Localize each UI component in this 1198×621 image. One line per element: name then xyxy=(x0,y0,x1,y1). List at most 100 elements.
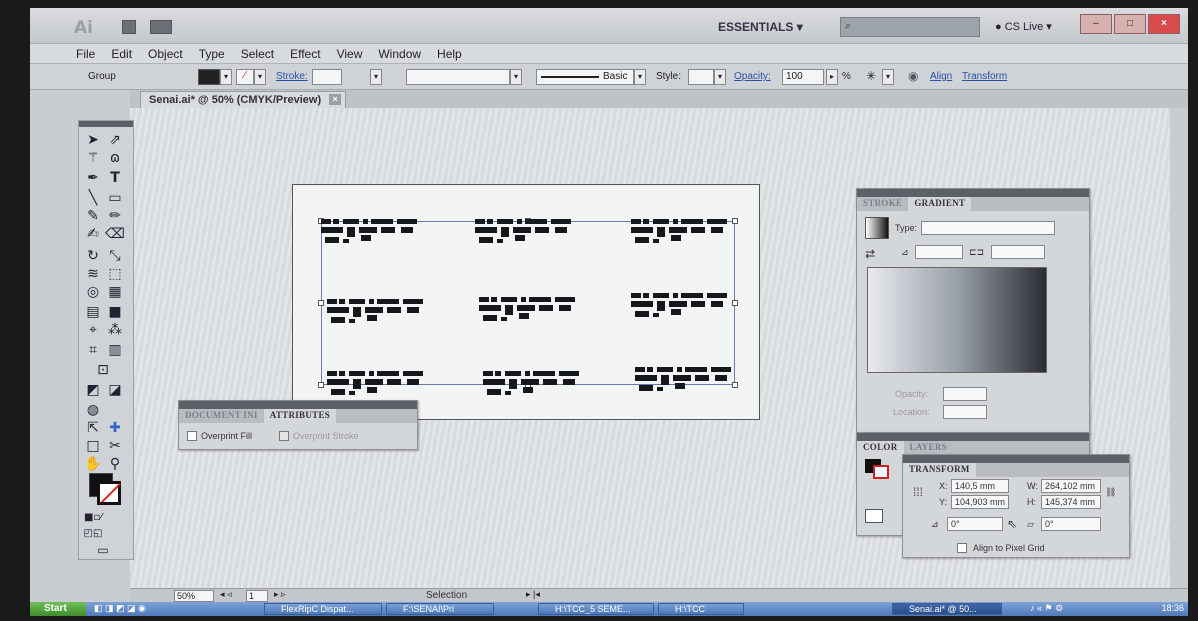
tab-gradient[interactable]: GRADIENT xyxy=(908,197,972,211)
gradient-aspect-field[interactable] xyxy=(991,245,1045,259)
overprint-fill-checkbox[interactable] xyxy=(187,431,197,441)
gradient-angle-field[interactable] xyxy=(915,245,963,259)
w-field[interactable]: 264,102 mm xyxy=(1041,479,1101,493)
brush-definition[interactable]: Basic xyxy=(536,69,634,85)
column-graph-tool-icon[interactable]: ▥ xyxy=(105,341,125,359)
gradient-tool-icon[interactable]: ■ xyxy=(105,303,125,321)
shape-builder-tool-icon[interactable]: ◎ xyxy=(83,283,103,301)
graphic-style-swatch[interactable] xyxy=(688,69,714,85)
stroke-color-dropdown[interactable]: ▾ xyxy=(254,69,266,85)
task-folder-tcc[interactable]: H:\TCC xyxy=(658,603,744,615)
reference-point-icon[interactable]: ⁞⁞⁞ xyxy=(913,485,923,499)
y-field[interactable]: 104,903 mm xyxy=(951,495,1009,509)
reverse-gradient-icon[interactable]: ⇄ xyxy=(865,247,875,261)
minimize-button[interactable]: – xyxy=(1080,14,1112,34)
style-dropdown[interactable]: ▾ xyxy=(714,69,726,85)
tab-transform[interactable]: TRANSFORM xyxy=(903,463,976,477)
paintbrush-tool-icon[interactable]: ✎ xyxy=(83,207,103,225)
opacity-dropdown[interactable]: ▸ xyxy=(826,69,838,85)
menu-select[interactable]: Select xyxy=(241,47,274,61)
cslive-menu[interactable]: ● CS Live ▾ xyxy=(995,20,1052,33)
recolor-artwork-icon[interactable]: ✳ xyxy=(866,69,876,85)
search-input[interactable]: ⌕ xyxy=(840,17,980,37)
constrain-proportions-icon[interactable]: ⛓ xyxy=(1105,487,1116,498)
zoom-tool-icon[interactable]: ⚲ xyxy=(105,455,125,473)
rotate-tool-icon[interactable]: ↻ xyxy=(83,247,103,265)
arrange-documents-button[interactable] xyxy=(150,20,172,34)
menu-effect[interactable]: Effect xyxy=(290,47,320,61)
artboard-nav-next[interactable]: ▸ ▹ xyxy=(274,589,286,600)
shear-field[interactable]: 0° xyxy=(1041,517,1101,531)
stroke-link[interactable]: Stroke: xyxy=(276,71,308,87)
pencil-tool-icon[interactable]: ✏ xyxy=(105,207,125,225)
scissors-tool-icon[interactable]: ✂ xyxy=(105,437,125,455)
rectangle-tool-icon[interactable]: ▭ xyxy=(105,189,125,207)
tab-layers[interactable]: LAYERS xyxy=(904,441,953,455)
gradient-swatch[interactable] xyxy=(865,217,889,239)
maximize-button[interactable]: □ xyxy=(1114,14,1146,34)
rotate-field[interactable]: 0° xyxy=(947,517,1003,531)
opacity-link[interactable]: Opacity: xyxy=(734,71,771,87)
selection-handle[interactable] xyxy=(318,300,324,306)
zoom-field[interactable]: 50% xyxy=(174,590,214,602)
artboard-nav-prev[interactable]: ◂ ◃ xyxy=(220,589,232,600)
hand-pan-tool-icon[interactable]: ✋ xyxy=(83,455,103,473)
gradient-type-select[interactable] xyxy=(921,221,1055,235)
symbol-sprayer-tool-icon[interactable]: ⌗ xyxy=(83,341,103,359)
screen-mode-icon[interactable]: ▭ xyxy=(93,541,113,559)
selection-handle[interactable] xyxy=(318,382,324,388)
opacity-field[interactable]: 100 xyxy=(782,69,824,85)
free-transform-tool-icon[interactable]: ⬚ xyxy=(105,265,125,283)
width-tool-icon[interactable]: ≋ xyxy=(83,265,103,283)
tab-stroke[interactable]: STROKE xyxy=(857,197,908,211)
artboard-select-tool-icon[interactable]: ⇱ xyxy=(83,419,103,437)
menu-type[interactable]: Type xyxy=(199,47,225,61)
stroke-color-icon[interactable] xyxy=(97,481,121,505)
tab-attributes[interactable]: ATTRIBUTES xyxy=(263,409,337,423)
start-button[interactable]: Start xyxy=(30,602,86,616)
system-tray-icons[interactable]: ♪ « ⚑ ⚙ xyxy=(1030,603,1063,614)
color-none-icon[interactable] xyxy=(865,509,883,523)
menu-help[interactable]: Help xyxy=(437,47,462,61)
magic-wand-tool-icon[interactable]: ⚚ xyxy=(83,149,103,167)
tab-color[interactable]: COLOR xyxy=(857,441,904,455)
lasso-tool-icon[interactable]: ɷ xyxy=(105,149,125,167)
recolor-dropdown[interactable]: ▾ xyxy=(882,69,894,85)
mesh-tool-icon[interactable]: ▤ xyxy=(83,303,103,321)
transform-link[interactable]: Transform xyxy=(962,71,1007,87)
scale-tool-icon[interactable]: ⤡ xyxy=(105,247,125,265)
close-button[interactable]: × xyxy=(1148,14,1180,34)
menu-view[interactable]: View xyxy=(337,47,363,61)
quick-launch-icons[interactable]: ◧ ◨ ◩ ◪ ◉ xyxy=(94,603,146,614)
task-illustrator[interactable]: Senai.ai* @ 50... xyxy=(892,603,1002,615)
perspective-grid-tool-icon[interactable]: ▦ xyxy=(105,283,125,301)
pen-tool-icon[interactable]: ✒ xyxy=(83,169,103,187)
document-tab[interactable]: Senai.ai* @ 50% (CMYK/Preview) × xyxy=(140,91,347,108)
x-field[interactable]: 140,5 mm xyxy=(951,479,1009,493)
color-stroke-swatch[interactable] xyxy=(873,465,889,479)
fill-color-swatch[interactable] xyxy=(198,69,220,85)
menu-window[interactable]: Window xyxy=(378,47,421,61)
overprint-stroke-checkbox[interactable] xyxy=(279,431,289,441)
variable-width-profile[interactable] xyxy=(406,69,510,85)
stroke-weight-field[interactable] xyxy=(312,69,342,85)
eraser-alt-tool-icon[interactable]: ◪ xyxy=(105,381,125,399)
task-folder-tcc5[interactable]: H:\TCC_5 SEME... xyxy=(538,603,654,615)
knife-tool-icon[interactable]: □ xyxy=(83,437,103,455)
blend-tool-icon[interactable]: ⁂ xyxy=(105,321,125,339)
isolate-group-icon[interactable]: ◉ xyxy=(908,69,918,85)
artboard-tool-icon[interactable]: ⊡ xyxy=(93,361,113,379)
slice-tool-icon[interactable]: ◩ xyxy=(83,381,103,399)
blob-brush-tool-icon[interactable]: ✍ xyxy=(83,225,103,243)
gradient-opacity-field[interactable] xyxy=(943,387,987,401)
eyedropper-tool-icon[interactable]: ⌖ xyxy=(83,321,103,339)
direct-selection-tool-icon[interactable]: ⇗ xyxy=(105,131,125,149)
task-flexrip[interactable]: FlexRipC Dispat... xyxy=(264,603,382,615)
line-tool-icon[interactable]: ╲ xyxy=(83,189,103,207)
stroke-none-swatch[interactable]: ⁄ xyxy=(236,69,254,85)
workspace-switcher[interactable]: ESSENTIALS ▾ xyxy=(718,20,803,34)
align-pixel-grid-checkbox[interactable] xyxy=(957,543,967,553)
h-field[interactable]: 145,374 mm xyxy=(1041,495,1101,509)
brush-dropdown[interactable]: ▾ xyxy=(634,69,646,85)
stroke-weight-dropdown[interactable]: ▾ xyxy=(370,69,382,85)
